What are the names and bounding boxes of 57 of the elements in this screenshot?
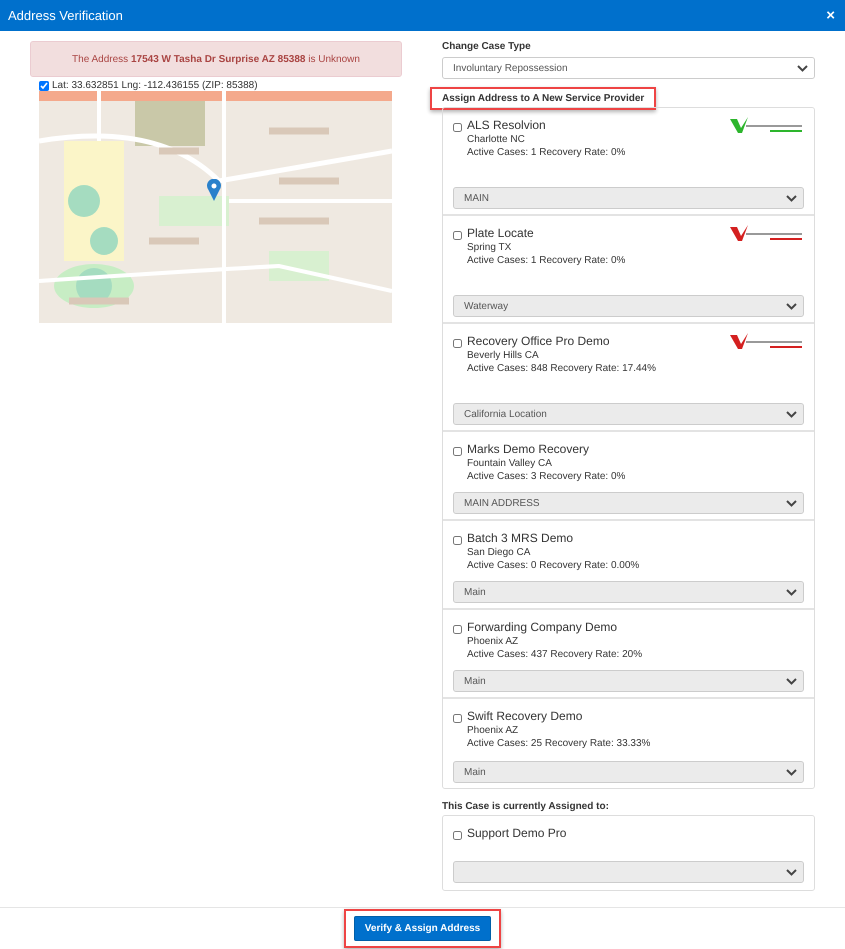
chevron-down-icon xyxy=(786,588,797,596)
chevron-down-icon xyxy=(786,500,797,506)
provider-name: Forwarding Company Demo xyxy=(467,620,618,634)
provider-name: Swift Recovery Demo xyxy=(467,709,584,723)
window-title: Address Verification xyxy=(8,8,123,23)
provider-name: Plate Locate xyxy=(467,226,535,240)
provider-stats: Active Cases: 0 Recovery Rate: 0.00% xyxy=(467,560,640,571)
provider-name: Batch 3 MRS Demo xyxy=(467,531,574,545)
chevron-down-icon xyxy=(786,194,797,202)
providers-heading: Assign Address to A New Service Provider xyxy=(430,87,656,110)
provider-stats: Active Cases: 1 Recovery Rate: 0% xyxy=(467,255,626,266)
branch-select[interactable]: California Location xyxy=(453,403,804,425)
branch-select[interactable]: Main xyxy=(453,581,804,603)
provider-checkbox[interactable] xyxy=(453,339,462,348)
branch-select[interactable]: MAIN xyxy=(453,187,804,209)
chevron-down-icon xyxy=(786,410,797,418)
current-provider-checkbox[interactable] xyxy=(453,831,462,840)
provider-location: Phoenix AZ xyxy=(467,725,520,736)
provider-stats: Active Cases: 1 Recovery Rate: 0% xyxy=(467,147,626,158)
close-button[interactable]: × xyxy=(826,7,835,24)
provider-location: Charlotte NC xyxy=(467,134,526,145)
provider-checkbox[interactable] xyxy=(453,123,462,132)
provider-location: Phoenix AZ xyxy=(467,636,520,647)
provider-checkbox[interactable] xyxy=(453,447,462,456)
current-assignment-heading: This Case is currently Assigned to: xyxy=(442,801,610,812)
map-pin-icon xyxy=(207,179,221,201)
provider-name: Recovery Office Pro Demo xyxy=(467,334,610,348)
chevron-down-icon xyxy=(786,302,797,310)
provider-location: San Diego CA xyxy=(467,547,532,558)
provider-location: Beverly Hills CA xyxy=(467,350,540,361)
branch-select[interactable]: MAIN ADDRESS xyxy=(453,492,804,514)
chevron-down-icon xyxy=(786,678,797,684)
provider-checkbox[interactable] xyxy=(453,231,462,240)
verify-assign-button[interactable]: Verify & Assign Address xyxy=(354,916,492,941)
coordinates-checkbox[interactable] xyxy=(39,80,49,90)
provider-checkbox[interactable] xyxy=(453,625,462,634)
provider-stats: Active Cases: 848 Recovery Rate: 17.44% xyxy=(467,363,656,374)
branch-select[interactable]: Waterway xyxy=(453,295,804,317)
case-type-select[interactable]: Involuntary Repossession xyxy=(442,57,815,79)
case-type-label: Change Case Type xyxy=(442,41,532,52)
alert-message: The Address 17543 W Tasha Dr Surprise AZ 85388 is Unknown xyxy=(30,41,402,77)
provider-name: ALS Resolvion xyxy=(467,118,547,132)
chevron-down-icon xyxy=(786,868,797,876)
provider-location: Fountain Valley CA xyxy=(467,458,553,469)
coordinates-label: Lat: 33.632851 Lng: -112.436155 (ZIP: 85388) xyxy=(52,80,258,91)
provider-name: Marks Demo Recovery xyxy=(467,442,590,456)
chevron-down-icon xyxy=(797,64,808,72)
current-provider-name: Support Demo Pro xyxy=(467,826,566,840)
branch-select[interactable]: Main xyxy=(453,761,804,783)
branch-select[interactable]: Main xyxy=(453,670,804,692)
provider-location: Spring TX xyxy=(467,242,512,253)
provider-stats: Active Cases: 437 Recovery Rate: 20% xyxy=(467,649,642,660)
provider-stats: Active Cases: 25 Recovery Rate: 33.33% xyxy=(467,738,650,749)
provider-checkbox[interactable] xyxy=(453,714,462,723)
chevron-down-icon xyxy=(786,768,797,776)
provider-stats: Active Cases: 3 Recovery Rate: 0% xyxy=(467,471,626,482)
provider-checkbox[interactable] xyxy=(453,536,462,545)
